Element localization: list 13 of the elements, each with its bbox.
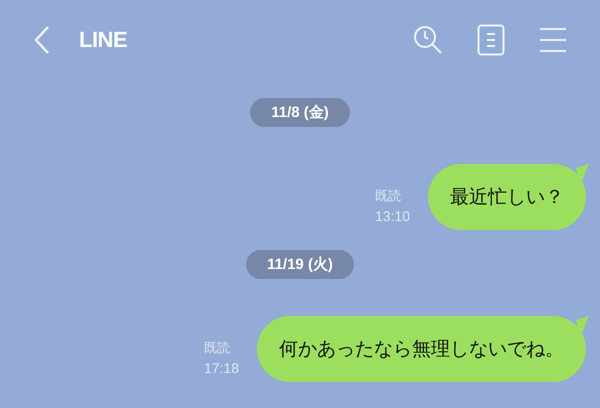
notes-icon[interactable] — [477, 24, 505, 56]
search-icon[interactable] — [413, 25, 443, 55]
date-separator: 11/19 (火) — [246, 250, 354, 279]
back-icon[interactable] — [34, 25, 50, 55]
chat-title: LINE — [79, 27, 128, 53]
date-separator: 11/8 (金) — [250, 98, 350, 127]
menu-icon[interactable] — [539, 27, 567, 53]
message-time: 17:18 — [204, 359, 239, 378]
message-bubble: 何かあったなら無理しないでね。 — [257, 316, 586, 382]
message-bubble: 最近忙しい？ — [428, 164, 586, 230]
message-time: 13:10 — [374, 207, 410, 226]
read-receipt: 既読 — [204, 339, 231, 357]
read-receipt: 既読 — [374, 187, 402, 205]
